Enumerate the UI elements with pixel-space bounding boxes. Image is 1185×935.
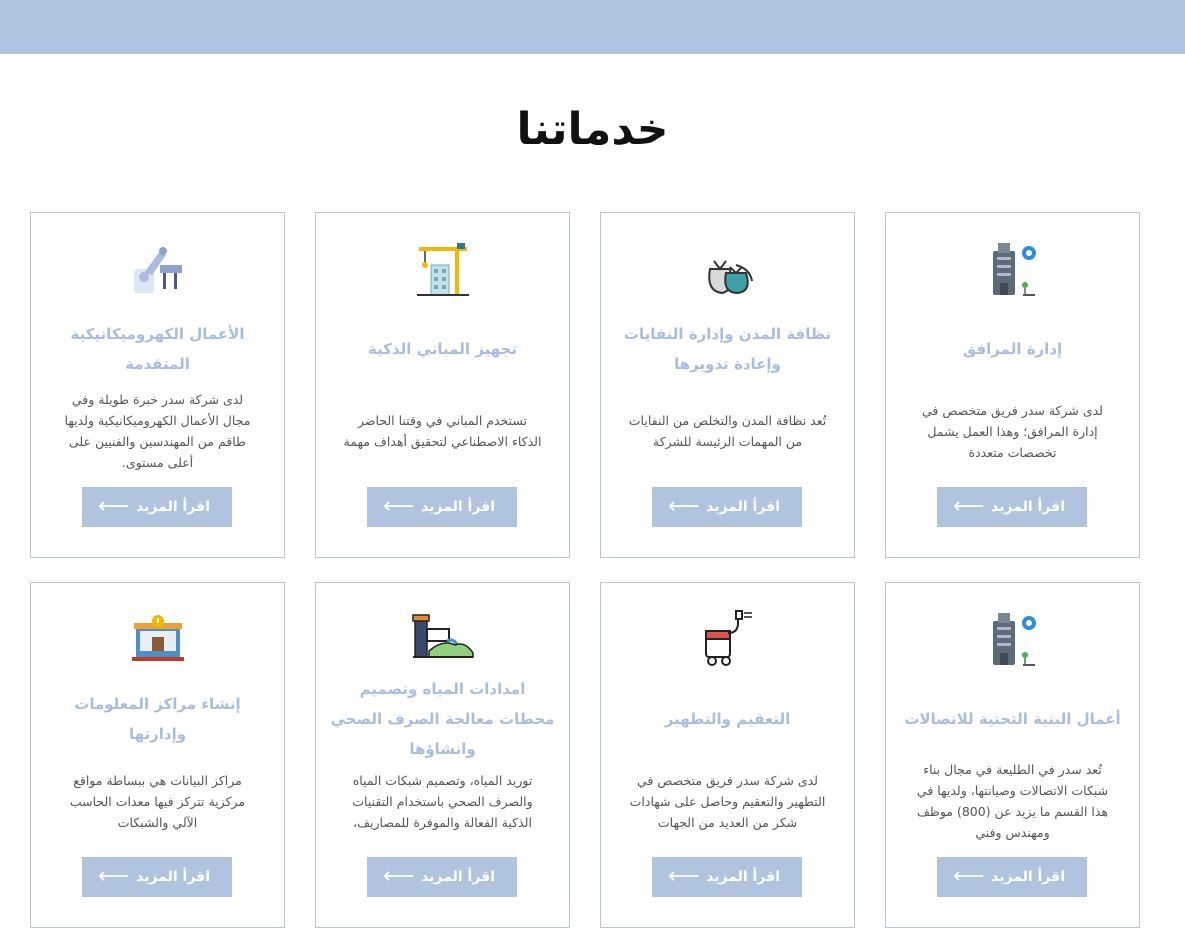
card-title: الأعمال الكهروميكانيكية المتقدمة bbox=[70, 325, 245, 373]
service-card: الأعمال الكهروميكانيكية المتقدمة لدى شرك… bbox=[30, 212, 285, 558]
card-title: نظافة المدن وإدارة النفايات وإعادة تدوير… bbox=[623, 325, 832, 373]
card-title: امدادات المياه وتصميم محطات معالجة الصرف… bbox=[330, 680, 555, 758]
card-description: توريد المياه، وتصميم شبكات المياه والصرف… bbox=[352, 772, 533, 830]
arrow-left-icon: ⟵ bbox=[98, 494, 130, 519]
garbage-bags-icon bbox=[601, 239, 854, 299]
card-title: إدارة المرافق bbox=[962, 340, 1063, 358]
read-more-button[interactable]: اقرأ المزيد ⟵ bbox=[937, 487, 1087, 527]
arrow-left-icon: ⟵ bbox=[668, 864, 700, 889]
service-card: أعمال البنية التحتية للاتصالات تُعد سدر … bbox=[885, 582, 1140, 928]
arrow-left-icon: ⟵ bbox=[953, 864, 985, 889]
read-more-label: اقرأ المزيد bbox=[991, 499, 1065, 515]
read-more-button[interactable]: اقرأ المزيد ⟵ bbox=[82, 487, 232, 527]
read-more-button[interactable]: اقرأ المزيد ⟵ bbox=[652, 857, 802, 897]
pressure-sprayer-icon bbox=[601, 609, 854, 669]
card-description: لدى شركة سدر فريق متخصص في التطهير والتع… bbox=[629, 772, 826, 830]
read-more-label: اقرأ المزيد bbox=[421, 499, 495, 515]
card-description: لدى شركة سدر فريق متخصص في إدارة المرافق… bbox=[922, 402, 1103, 460]
data-center-icon bbox=[31, 609, 284, 669]
read-more-button[interactable]: اقرأ المزيد ⟵ bbox=[367, 857, 517, 897]
card-title: إنشاء مراكز المعلومات وإدارتها bbox=[74, 695, 241, 743]
card-title: تجهيز المباني الذكية bbox=[367, 340, 518, 358]
arrow-left-icon: ⟵ bbox=[668, 494, 700, 519]
sewage-pipe-icon bbox=[316, 609, 569, 669]
read-more-button[interactable]: اقرأ المزيد ⟵ bbox=[367, 487, 517, 527]
robotic-arm-icon bbox=[31, 239, 284, 299]
card-description: تستخدم المباني في وقتنا الحاضر الذكاء ال… bbox=[343, 413, 542, 449]
card-description: لدى شركة سدر خبرة طويلة وفي مجال الأعمال… bbox=[64, 392, 251, 470]
card-description: تُعد سدر في الطليعة في مجال بناء شبكات ا… bbox=[916, 762, 1109, 840]
building-gear-icon bbox=[886, 239, 1139, 299]
read-more-label: اقرأ المزيد bbox=[136, 869, 210, 885]
service-card: إدارة المرافق لدى شركة سدر فريق متخصص في… bbox=[885, 212, 1140, 558]
service-card: التعقيم والتطهير لدى شركة سدر فريق متخصص… bbox=[600, 582, 855, 928]
read-more-label: اقرأ المزيد bbox=[991, 869, 1065, 885]
read-more-button[interactable]: اقرأ المزيد ⟵ bbox=[82, 857, 232, 897]
construction-crane-icon bbox=[316, 239, 569, 299]
arrow-left-icon: ⟵ bbox=[953, 494, 985, 519]
building-gear-icon bbox=[886, 609, 1139, 669]
arrow-left-icon: ⟵ bbox=[383, 864, 415, 889]
read-more-label: اقرأ المزيد bbox=[136, 499, 210, 515]
service-card: نظافة المدن وإدارة النفايات وإعادة تدوير… bbox=[600, 212, 855, 558]
card-description: تُعد نظافة المدن والتخلص من النفايات من … bbox=[628, 413, 827, 449]
read-more-label: اقرأ المزيد bbox=[421, 869, 495, 885]
card-title: التعقيم والتطهير bbox=[664, 710, 791, 728]
top-bar bbox=[0, 0, 1185, 54]
read-more-button[interactable]: اقرأ المزيد ⟵ bbox=[652, 487, 802, 527]
service-card: إنشاء مراكز المعلومات وإدارتها مراكز الب… bbox=[30, 582, 285, 928]
read-more-label: اقرأ المزيد bbox=[706, 869, 780, 885]
read-more-button[interactable]: اقرأ المزيد ⟵ bbox=[937, 857, 1087, 897]
read-more-label: اقرأ المزيد bbox=[706, 499, 780, 515]
card-title: أعمال البنية التحتية للاتصالات bbox=[904, 710, 1121, 728]
service-card: امدادات المياه وتصميم محطات معالجة الصرف… bbox=[315, 582, 570, 928]
page-title: خدماتنا bbox=[516, 104, 669, 155]
arrow-left-icon: ⟵ bbox=[98, 864, 130, 889]
card-description: مراكز البيانات هي ببساطة مواقع مركزية تت… bbox=[69, 772, 246, 830]
service-card: تجهيز المباني الذكية تستخدم المباني في و… bbox=[315, 212, 570, 558]
arrow-left-icon: ⟵ bbox=[383, 494, 415, 519]
